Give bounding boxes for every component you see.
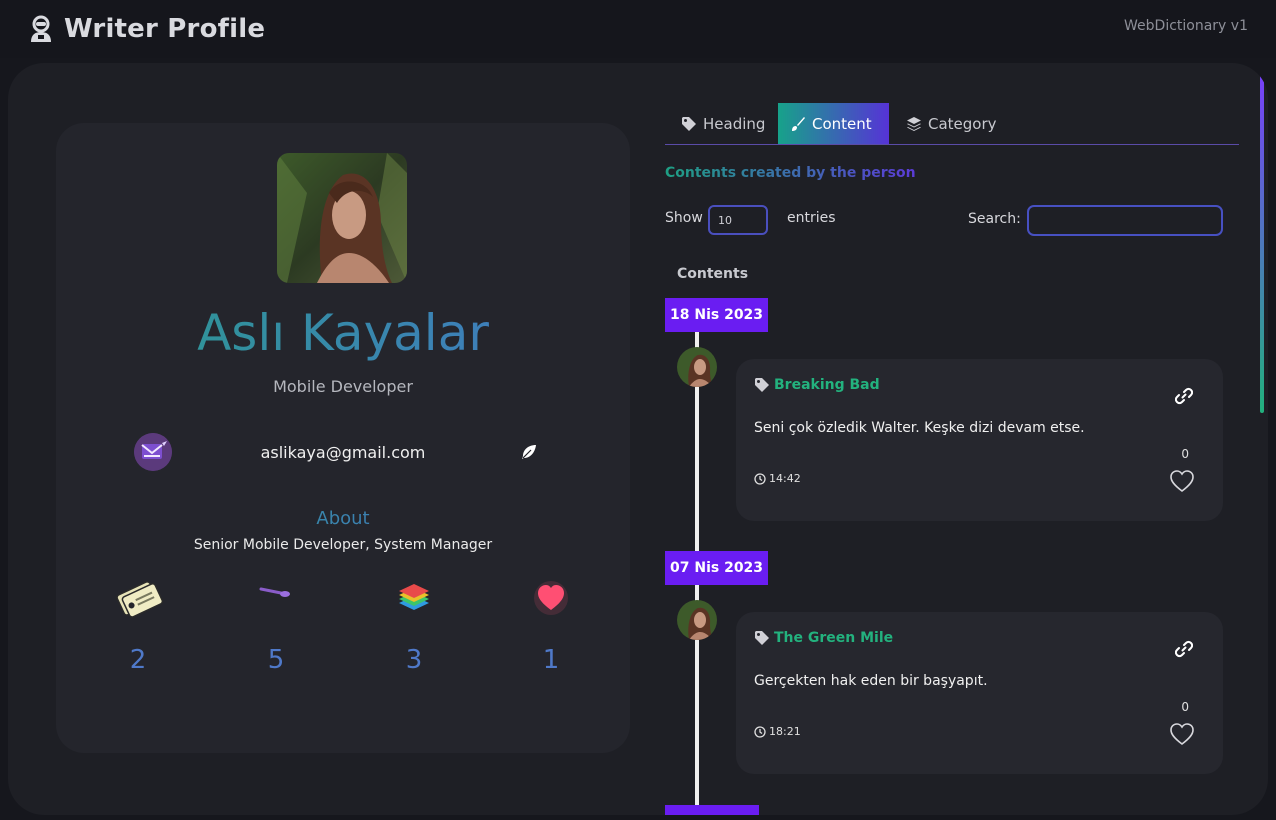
profile-name: Aslı Kayalar bbox=[56, 303, 630, 363]
tab-content[interactable]: Content bbox=[778, 103, 889, 144]
post-time: 18:21 bbox=[754, 725, 801, 738]
content-tabs: Heading Content Category bbox=[665, 103, 1239, 145]
tab-heading[interactable]: Heading bbox=[669, 103, 777, 144]
post-card: The Green Mile Gerçekten hak eden bir ba… bbox=[736, 612, 1223, 774]
email-row: aslikaya@gmail.com bbox=[56, 433, 630, 473]
post-text: Seni çok özledik Walter. Keşke dizi deva… bbox=[754, 420, 1085, 436]
tab-label: Category bbox=[928, 114, 997, 133]
date-badge-next bbox=[665, 805, 759, 815]
feather-icon[interactable] bbox=[520, 443, 538, 461]
brush-icon bbox=[259, 587, 290, 597]
about-text: Senior Mobile Developer, System Manager bbox=[193, 537, 493, 553]
main-panel: Aslı Kayalar Mobile Developer aslikaya@g… bbox=[8, 63, 1268, 815]
tab-label: Heading bbox=[703, 114, 766, 133]
stat-value: 1 bbox=[542, 645, 560, 675]
section-subtitle: Contents created by the person bbox=[665, 165, 916, 181]
entries-per-page-select[interactable]: 10 bbox=[708, 205, 768, 235]
date-badge: 18 Nis 2023 bbox=[665, 298, 769, 332]
tag-icon bbox=[755, 378, 769, 392]
tab-category[interactable]: Category bbox=[894, 103, 1009, 144]
profile-role: Mobile Developer bbox=[273, 377, 413, 396]
entries-label: entries bbox=[787, 210, 836, 226]
brush-icon bbox=[792, 116, 805, 131]
brand: Writer Profile bbox=[28, 12, 265, 46]
post-author-avatar bbox=[677, 347, 717, 387]
tag-icon bbox=[682, 116, 696, 131]
stat-likes: 1 bbox=[521, 573, 581, 683]
stat-value: 3 bbox=[405, 645, 423, 675]
tags-icon bbox=[116, 581, 163, 618]
show-label: Show bbox=[665, 210, 703, 226]
profile-email[interactable]: aslikaya@gmail.com bbox=[56, 443, 630, 462]
post-time: 14:42 bbox=[754, 472, 801, 485]
top-bar: Writer Profile WebDictionary v1 bbox=[0, 0, 1276, 58]
clock-icon bbox=[754, 472, 766, 485]
stat-value: 2 bbox=[129, 645, 147, 675]
heart-outline-icon[interactable] bbox=[1169, 469, 1195, 493]
tab-label: Content bbox=[812, 114, 872, 133]
like-count: 0 bbox=[1181, 700, 1189, 714]
stat-value: 5 bbox=[267, 645, 285, 675]
tag-icon bbox=[755, 631, 769, 645]
stat-headings: 2 bbox=[108, 573, 168, 683]
post-title[interactable]: Breaking Bad bbox=[754, 377, 880, 393]
about-title: About bbox=[56, 508, 630, 529]
scrollbar[interactable] bbox=[1260, 63, 1264, 815]
post-text: Gerçekten hak eden bir başyapıt. bbox=[754, 673, 988, 689]
post-title[interactable]: The Green Mile bbox=[754, 630, 893, 646]
app-version: WebDictionary v1 bbox=[1124, 18, 1248, 34]
like-count: 0 bbox=[1181, 447, 1189, 461]
post-card: Breaking Bad Seni çok özledik Walter. Ke… bbox=[736, 359, 1223, 521]
layers-icon bbox=[399, 584, 429, 610]
user-secret-icon bbox=[31, 15, 51, 42]
post-heading[interactable]: The Green Mile bbox=[774, 630, 893, 646]
contents-column-header[interactable]: Contents bbox=[677, 266, 748, 282]
post-author-avatar bbox=[677, 600, 717, 640]
search-label: Search: bbox=[968, 211, 1021, 227]
clock-icon bbox=[754, 725, 766, 738]
post-time-value: 14:42 bbox=[769, 472, 801, 485]
link-icon[interactable] bbox=[1175, 640, 1193, 658]
heart-icon bbox=[534, 581, 568, 615]
stat-categories: 3 bbox=[384, 573, 444, 683]
post-heading[interactable]: Breaking Bad bbox=[774, 377, 880, 393]
layers-icon bbox=[907, 116, 921, 131]
date-badge: 07 Nis 2023 bbox=[665, 551, 769, 585]
scrollbar-thumb[interactable] bbox=[1260, 63, 1264, 413]
profile-card: Aslı Kayalar Mobile Developer aslikaya@g… bbox=[56, 123, 630, 753]
link-icon[interactable] bbox=[1175, 387, 1193, 405]
profile-photo bbox=[277, 153, 407, 283]
heart-outline-icon[interactable] bbox=[1169, 722, 1195, 746]
search-input[interactable] bbox=[1027, 205, 1223, 236]
profile-avatar bbox=[277, 153, 407, 283]
post-time-value: 18:21 bbox=[769, 725, 801, 738]
stat-contents: 5 bbox=[246, 573, 306, 683]
page-title: Writer Profile bbox=[64, 14, 266, 44]
